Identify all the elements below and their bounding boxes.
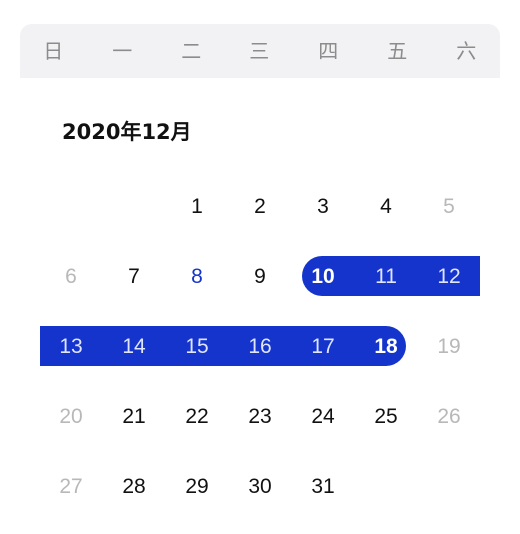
day-cell-1[interactable]: 1: [166, 187, 228, 227]
day-cell-23[interactable]: 23: [229, 397, 291, 437]
day-cell-6[interactable]: 6: [40, 257, 102, 297]
day-cell-25[interactable]: 25: [355, 397, 417, 437]
day-cell-15[interactable]: 15: [166, 327, 228, 367]
day-cell-24[interactable]: 24: [292, 397, 354, 437]
day-cell-4[interactable]: 4: [355, 187, 417, 227]
day-cell-16[interactable]: 16: [229, 327, 291, 367]
day-cell-17[interactable]: 17: [292, 327, 354, 367]
day-grid: 1 2 3 4 5 6 7 8 9 10 11 12 13 14 15 16 17 18 19 20 21 22 23 24 2…: [0, 0, 520, 534]
day-cell-14[interactable]: 14: [103, 327, 165, 367]
day-cell-7[interactable]: 7: [103, 257, 165, 297]
day-cell-2[interactable]: 2: [229, 187, 291, 227]
day-cell-8[interactable]: 8: [166, 257, 228, 297]
day-cell-21[interactable]: 21: [103, 397, 165, 437]
day-cell-30[interactable]: 30: [229, 467, 291, 507]
day-cell-26[interactable]: 26: [418, 397, 480, 437]
day-cell-10[interactable]: 10: [292, 257, 354, 297]
day-cell-31[interactable]: 31: [292, 467, 354, 507]
day-cell-11[interactable]: 11: [355, 257, 417, 297]
day-cell-19[interactable]: 19: [418, 327, 480, 367]
day-cell-28[interactable]: 28: [103, 467, 165, 507]
day-cell-5[interactable]: 5: [418, 187, 480, 227]
day-cell-29[interactable]: 29: [166, 467, 228, 507]
day-cell-12[interactable]: 12: [418, 257, 480, 297]
day-cell-27[interactable]: 27: [40, 467, 102, 507]
calendar-picker: 日 一 二 三 四 五 六 2020年12月 1 2 3 4 5 6 7 8 9 10 11 12 13…: [0, 0, 520, 534]
day-cell-3[interactable]: 3: [292, 187, 354, 227]
day-cell-9[interactable]: 9: [229, 257, 291, 297]
day-cell-18[interactable]: 18: [355, 327, 417, 367]
day-cell-20[interactable]: 20: [40, 397, 102, 437]
day-cell-13[interactable]: 13: [40, 327, 102, 367]
day-cell-22[interactable]: 22: [166, 397, 228, 437]
